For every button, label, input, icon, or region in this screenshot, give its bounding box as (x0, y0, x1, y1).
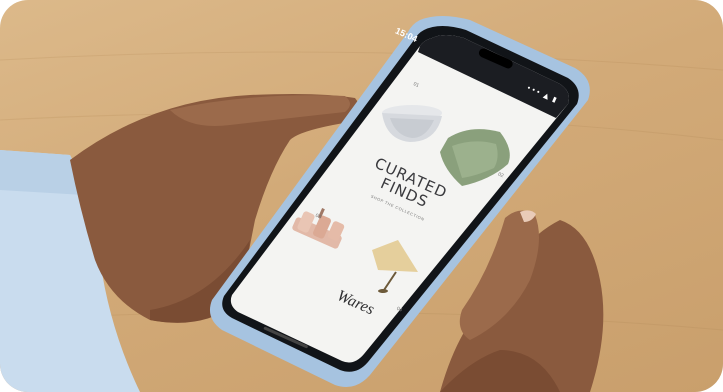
photo: 15:04 ••• ▲ ▮ 01 02 03 04 CURATED FINDS … (0, 0, 723, 392)
scene-illustration (0, 16, 723, 392)
